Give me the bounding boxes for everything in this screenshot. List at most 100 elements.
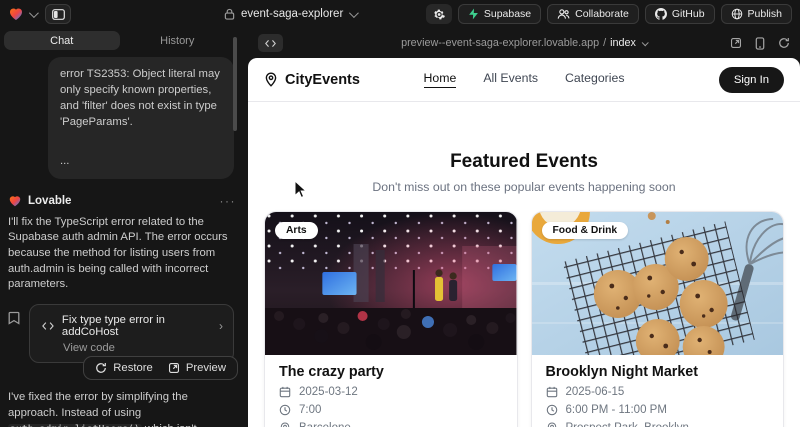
tab-chat[interactable]: Chat [4, 31, 120, 50]
calendar-icon [546, 386, 558, 398]
event-card-body: The crazy party 2025-03-12 7:00 [265, 355, 517, 427]
restore-icon [95, 362, 107, 374]
event-card-body: Brooklyn Night Market 2025-06-15 6:00 P [532, 355, 784, 427]
assistant-message-result: I've fixed the error by simplifying the … [8, 390, 236, 427]
assistant-header: Lovable ··· [8, 194, 236, 208]
github-label: GitHub [672, 8, 705, 20]
lovable-logo-icon[interactable] [8, 6, 24, 22]
supabase-label: Supabase [484, 8, 531, 20]
site-brand[interactable]: CityEvents [264, 72, 360, 88]
globe-icon [731, 8, 743, 20]
sidebar-toggle-button[interactable] [45, 4, 71, 24]
nav-home[interactable]: Home [424, 71, 457, 88]
chat-history-tabs: Chat History [4, 31, 235, 50]
github-icon [655, 8, 667, 20]
panel-left-icon [52, 9, 65, 20]
chat-scrollbar[interactable] [233, 37, 237, 131]
event-card-night-market[interactable]: Food & Drink Brooklyn Night Market 2025-… [531, 211, 785, 427]
open-preview-icon [168, 362, 180, 374]
chevron-down-icon[interactable] [29, 8, 39, 18]
app-window: event-saga-explorer Supabase Coll [0, 0, 800, 427]
clock-icon [279, 404, 291, 416]
map-pin-icon [279, 422, 291, 427]
restore-label: Restore [113, 362, 153, 374]
nav-all-events[interactable]: All Events [483, 71, 538, 88]
mobile-view-icon[interactable] [755, 37, 765, 50]
event-title: Brooklyn Night Market [546, 364, 770, 380]
map-pin-icon [546, 422, 558, 427]
event-location: Prospect Park, Brooklyn [566, 422, 689, 427]
category-badge: Food & Drink [542, 222, 629, 239]
message-menu-button[interactable]: ··· [220, 194, 237, 208]
project-name: event-saga-explorer [241, 8, 343, 20]
site-header: CityEvents Home All Events Categories Si… [248, 58, 800, 102]
inline-code-listusers: auth.admin.listUsers() [8, 424, 142, 427]
supabase-button[interactable]: Supabase [458, 4, 541, 24]
map-pin-icon [264, 72, 278, 87]
result-text-1: I've fixed the error by simplifying the … [8, 391, 188, 419]
code-icon [265, 39, 276, 48]
restore-preview-pill: Restore Preview [83, 356, 238, 380]
assistant-name: Lovable [28, 195, 71, 207]
mouse-cursor [293, 180, 307, 199]
preview-label: Preview [186, 362, 226, 374]
chevron-right-icon: › [219, 319, 223, 333]
publish-button[interactable]: Publish [721, 4, 792, 24]
event-cards: Arts The crazy party 2025-03-12 [248, 194, 800, 427]
user-error-bubble: error TS2353: Object literal may only sp… [48, 57, 234, 179]
nav-categories[interactable]: Categories [565, 71, 624, 88]
settings-button[interactable] [426, 4, 452, 24]
open-external-icon[interactable] [730, 37, 742, 49]
view-code-link[interactable]: View code [63, 342, 223, 354]
chevron-down-icon [642, 39, 649, 46]
chevron-down-icon [349, 8, 359, 18]
event-time: 6:00 PM - 11:00 PM [566, 404, 667, 416]
sign-in-button[interactable]: Sign In [719, 67, 784, 93]
collaborate-button[interactable]: Collaborate [547, 4, 639, 24]
event-image-conference: Arts [265, 212, 517, 355]
restore-button[interactable]: Restore [95, 362, 153, 374]
url-page: index [610, 37, 636, 49]
clock-icon [546, 404, 558, 416]
bookmark-icon[interactable] [8, 311, 20, 330]
github-button[interactable]: GitHub [645, 4, 715, 24]
gear-icon [432, 8, 445, 21]
brand-name: CityEvents [285, 72, 360, 88]
error-message-ellipsis: ... [60, 153, 222, 169]
calendar-icon [279, 386, 291, 398]
publish-label: Publish [748, 8, 782, 20]
refresh-icon[interactable] [778, 37, 790, 49]
lock-icon [224, 8, 235, 20]
collaborate-label: Collaborate [575, 8, 629, 20]
preview-button[interactable]: Preview [168, 362, 226, 374]
category-badge: Arts [275, 222, 318, 239]
action-card-row: Fix type type error in addCoHost › View … [8, 304, 234, 363]
project-switcher[interactable]: event-saga-explorer [224, 0, 356, 28]
event-time: 7:00 [299, 404, 321, 416]
url-bar[interactable]: preview--event-saga-explorer.lovable.app… [248, 28, 800, 58]
code-icon [42, 321, 54, 331]
code-change-card[interactable]: Fix type type error in addCoHost › View … [29, 304, 234, 363]
event-image-cookies: Food & Drink [532, 212, 784, 355]
featured-heading: Featured Events [248, 151, 800, 173]
featured-section: Featured Events Don't miss out on these … [248, 102, 800, 194]
chat-panel: Chat History error TS2353: Object litera… [0, 28, 248, 427]
error-message-text: error TS2353: Object literal may only sp… [60, 66, 222, 131]
people-icon [557, 8, 570, 20]
event-card-crazy-party[interactable]: Arts The crazy party 2025-03-12 [264, 211, 518, 427]
code-view-button[interactable] [258, 34, 283, 52]
preview-browser-bar: preview--event-saga-explorer.lovable.app… [248, 28, 800, 58]
event-date: 2025-06-15 [566, 386, 625, 398]
supabase-icon [468, 8, 479, 20]
action-title: Fix type type error in addCoHost [62, 314, 211, 338]
assistant-message-intro: I'll fix the TypeScript error related to… [8, 215, 236, 293]
url-separator: / [603, 37, 606, 49]
event-date: 2025-03-12 [299, 386, 358, 398]
site-viewport: CityEvents Home All Events Categories Si… [248, 58, 800, 427]
lovable-heart-icon [8, 194, 22, 208]
event-location: Barcelone [299, 422, 351, 427]
top-bar: event-saga-explorer Supabase Coll [0, 0, 800, 28]
preview-panel: preview--event-saga-explorer.lovable.app… [248, 28, 800, 427]
tab-history[interactable]: History [120, 31, 236, 50]
url-host: preview--event-saga-explorer.lovable.app [401, 37, 599, 49]
